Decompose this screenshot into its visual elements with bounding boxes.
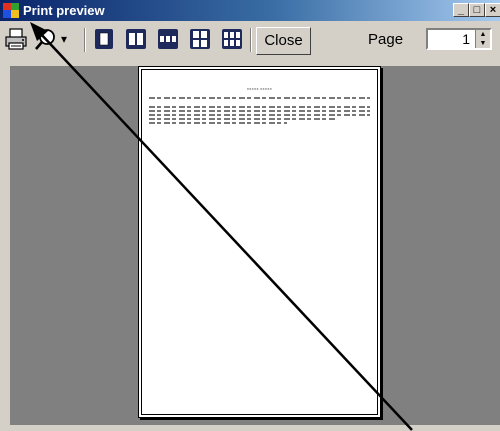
pointer-arrow — [30, 22, 413, 431]
